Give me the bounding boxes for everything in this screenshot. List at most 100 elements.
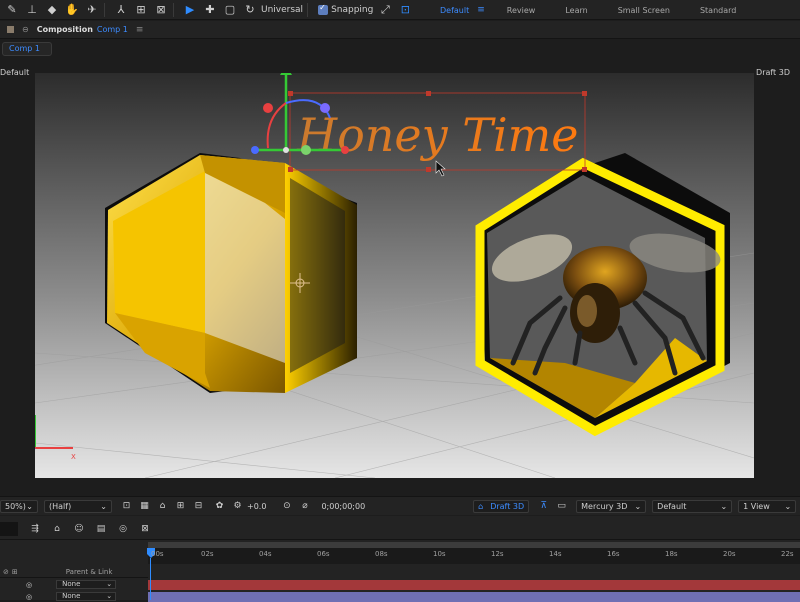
time-tick: 20s bbox=[723, 550, 736, 558]
views-dropdown[interactable]: 1 View ⌄ bbox=[738, 499, 797, 513]
axis-local-icon[interactable]: ⅄ bbox=[113, 2, 129, 18]
rotate-tool-icon[interactable]: ↻ bbox=[242, 2, 258, 18]
extended-viewer-icon[interactable]: ⊼ bbox=[537, 500, 550, 513]
parent-dropdown[interactable]: None ⌄ bbox=[56, 580, 117, 589]
chevron-down-icon: ⌄ bbox=[106, 580, 113, 588]
guides-icon[interactable]: ⊟ bbox=[192, 500, 205, 513]
viewer-control-bar: 50%) ⌄ (Half) ⌄ ⊡ ▦ ⌂ ⊞ ⊟ ✿ ⚙ +0.0 ⊙ ⌀ 0;0… bbox=[0, 496, 800, 515]
comp-tabstrip: Comp 1 bbox=[0, 40, 800, 58]
chevron-down-icon: ⌄ bbox=[784, 501, 792, 511]
panel-title: Composition bbox=[36, 25, 93, 34]
toolbar-divider bbox=[173, 2, 174, 17]
shy-layers-icon[interactable]: ☺ bbox=[72, 522, 86, 536]
toolbar-divider bbox=[307, 2, 309, 17]
hand-tool-icon[interactable]: ✚ bbox=[202, 2, 218, 18]
view-label-left: Default bbox=[0, 68, 30, 77]
parent-link-header: Parent & Link bbox=[65, 567, 113, 576]
color-channels-icon[interactable]: ✿ bbox=[213, 500, 226, 513]
views-value: 1 View bbox=[743, 501, 770, 511]
work-area-bar[interactable] bbox=[148, 542, 800, 548]
draft-3d-label: Draft 3D bbox=[490, 501, 525, 511]
renderer-dropdown[interactable]: Mercury 3D ⌄ bbox=[576, 499, 647, 513]
snapping-label[interactable]: Snapping bbox=[331, 5, 373, 15]
layer-row[interactable]: ◎ None ⌄ bbox=[0, 579, 148, 590]
layer-column-header: ⊘ ⊞ Parent & Link bbox=[0, 566, 148, 578]
scene-svg: Honey Time Y X bbox=[35, 73, 754, 478]
zoom-tool-icon[interactable]: ▢ bbox=[222, 2, 238, 18]
timecode-display[interactable]: 0;00;00;00 bbox=[321, 502, 365, 511]
workspace-review[interactable]: Review bbox=[507, 6, 536, 15]
playhead-line[interactable] bbox=[150, 558, 151, 600]
time-tick: 02s bbox=[201, 550, 214, 558]
zoom-value: 50%) bbox=[5, 501, 26, 511]
av-features-icon: ⊞ bbox=[11, 567, 18, 576]
composition-flowchart-icon[interactable]: ⇶ bbox=[28, 522, 42, 536]
snapping-checkbox[interactable] bbox=[318, 3, 329, 15]
layer-bar[interactable] bbox=[148, 592, 800, 602]
show-snapshot-icon[interactable]: ⌀ bbox=[298, 500, 311, 513]
axis-world-icon[interactable]: ⊞ bbox=[133, 2, 149, 18]
link-icon: ⊘ bbox=[3, 567, 9, 576]
pickwhip-icon[interactable]: ◎ bbox=[26, 593, 32, 601]
draft-3d-timeline-icon[interactable]: ⌂ bbox=[50, 522, 64, 536]
mask-visibility-icon[interactable]: ⌂ bbox=[156, 500, 169, 513]
view-label-right: Draft 3D bbox=[756, 68, 790, 77]
workspace-small-screen[interactable]: Small Screen bbox=[618, 6, 670, 15]
snapshot-icon[interactable]: ⊙ bbox=[280, 500, 293, 513]
zoom-dropdown[interactable]: 50%) ⌄ bbox=[0, 499, 38, 513]
panel-menu-icon[interactable]: ≡ bbox=[136, 25, 144, 35]
layer-bar[interactable] bbox=[148, 580, 800, 590]
region-of-interest-icon[interactable]: ⊡ bbox=[120, 500, 133, 513]
pickwhip-icon[interactable]: ◎ bbox=[26, 581, 32, 589]
workspace-standard[interactable]: Standard bbox=[700, 6, 736, 15]
svg-text:X: X bbox=[71, 453, 76, 461]
composition-canvas[interactable]: Honey Time Y X bbox=[35, 73, 754, 478]
chevron-down-icon: ⌄ bbox=[634, 501, 642, 511]
eraser-icon[interactable]: ◆ bbox=[44, 2, 60, 18]
timeline-switches: ⇶ ⌂ ☺ ▤ ◎ ⊠ bbox=[28, 522, 160, 536]
resolution-dropdown[interactable]: (Half) ⌄ bbox=[44, 499, 112, 513]
time-tick: 00s bbox=[151, 550, 164, 558]
panel-comp-name[interactable]: Comp 1 bbox=[97, 25, 128, 34]
graph-editor-icon[interactable]: ⊠ bbox=[138, 522, 152, 536]
time-ruler[interactable]: 00s 02s 04s 06s 08s 10s 12s 14s 16s 18s … bbox=[147, 542, 800, 564]
selection-tool-icon[interactable]: ▶ bbox=[182, 2, 198, 18]
time-tick: 04s bbox=[259, 550, 272, 558]
roto-brush-icon[interactable]: ✋ bbox=[64, 2, 80, 18]
time-tick: 14s bbox=[549, 550, 562, 558]
timeline-search-field[interactable] bbox=[0, 522, 18, 536]
exposure-reset-icon[interactable]: ⚙ bbox=[231, 500, 244, 513]
lock-icon[interactable]: ⊖ bbox=[22, 25, 29, 34]
timeline-header: ⇶ ⌂ ☺ ▤ ◎ ⊠ bbox=[0, 516, 800, 540]
time-tick: 16s bbox=[607, 550, 620, 558]
puppet-pin-icon[interactable]: ✈ bbox=[84, 2, 100, 18]
time-tick: 10s bbox=[433, 550, 446, 558]
snap-icon[interactable]: ⤢ bbox=[377, 2, 393, 18]
exposure-value[interactable]: +0.0 bbox=[247, 502, 266, 511]
expand-icon[interactable]: ⊡ bbox=[397, 2, 413, 18]
frame-blending-icon[interactable]: ▤ bbox=[94, 522, 108, 536]
axis-view-icon[interactable]: ⊠ bbox=[153, 2, 169, 18]
universal-label[interactable]: Universal bbox=[261, 5, 303, 15]
workspace-learn[interactable]: Learn bbox=[565, 6, 587, 15]
toolbar-divider bbox=[104, 2, 105, 17]
brush-icon[interactable]: ✎ bbox=[4, 2, 20, 18]
3d-ground-plane-icon[interactable]: ▭ bbox=[555, 500, 568, 513]
chevron-down-icon: ⌄ bbox=[26, 501, 33, 511]
honey-time-text[interactable]: Honey Time bbox=[296, 108, 579, 162]
view-mode-dropdown[interactable]: Default ⌄ bbox=[652, 499, 733, 513]
layer-row[interactable]: ◎ None ⌄ bbox=[0, 591, 148, 602]
renderer-value: Mercury 3D bbox=[581, 501, 628, 511]
stamp-icon[interactable]: ⊥ bbox=[24, 2, 40, 18]
workspace-default[interactable]: Default bbox=[440, 6, 469, 15]
chevron-down-icon: ⌄ bbox=[106, 592, 113, 600]
grid-overlay-icon[interactable]: ⊞ bbox=[174, 500, 187, 513]
tab-comp-1[interactable]: Comp 1 bbox=[2, 42, 52, 56]
transparency-grid-icon[interactable]: ▦ bbox=[138, 500, 151, 513]
workspace-menu-icon[interactable]: ≡ bbox=[477, 5, 485, 15]
chevron-down-icon: ⌄ bbox=[100, 501, 107, 511]
draft-3d-toggle[interactable]: ⌂ Draft 3D bbox=[473, 499, 530, 513]
workspace-switcher: Default ≡ Review Learn Small Screen Stan… bbox=[440, 0, 766, 20]
panel-color-icon bbox=[7, 26, 14, 33]
motion-blur-icon[interactable]: ◎ bbox=[116, 522, 130, 536]
